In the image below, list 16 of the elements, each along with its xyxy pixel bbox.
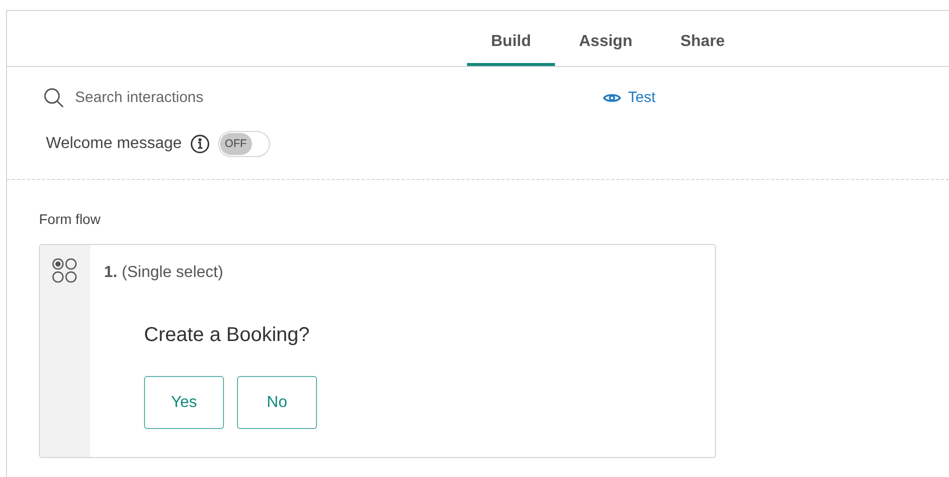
test-link[interactable]: Test <box>603 86 656 110</box>
search-field[interactable]: Search interactions <box>75 86 275 110</box>
tab[interactable]: Assign <box>555 20 656 66</box>
form-flow-title: Form flow <box>39 210 102 229</box>
search-icon <box>43 87 65 109</box>
question-heading: 1. (Single select) <box>104 263 224 283</box>
eye-icon <box>603 92 621 104</box>
answer-button[interactable]: Yes <box>144 376 224 429</box>
info-icon <box>190 134 210 154</box>
tab[interactable]: Share <box>656 20 749 66</box>
single-select-icon <box>52 258 78 284</box>
question-text: Create a Booking? <box>144 323 311 348</box>
welcome-message-label: Welcome message <box>46 134 182 154</box>
tab[interactable]: Build <box>467 20 555 66</box>
toggle-switch[interactable]: OFF <box>218 131 270 157</box>
answer-button[interactable]: No <box>237 376 317 429</box>
